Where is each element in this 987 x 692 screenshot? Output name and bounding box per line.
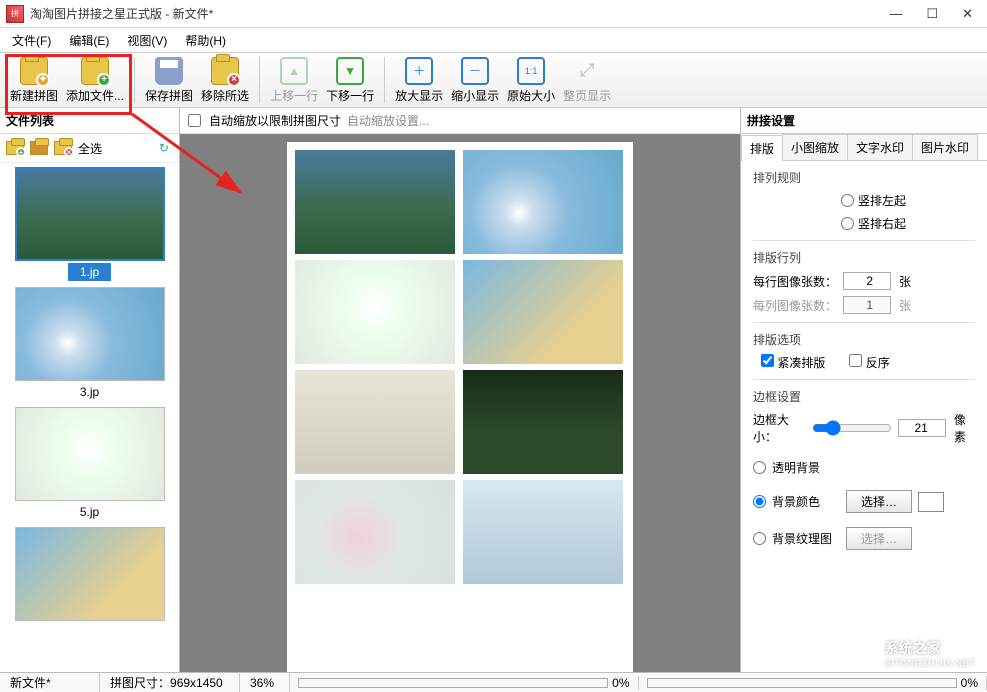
file-item[interactable] [4,527,175,635]
settings-tabs: 排版 小图缩放 文字水印 图片水印 [741,134,987,161]
tab-text-watermark[interactable]: 文字水印 [847,134,913,160]
menu-edit[interactable]: 编辑(E) [61,30,117,51]
file-name: 5.jp [68,503,111,521]
fit-page-button[interactable]: ⤢ 整页显示 [559,55,615,106]
remove-mini-button[interactable]: × [52,138,74,158]
canvas-options-bar: 自动缩放以限制拼图尺寸 自动缩放设置... [180,108,740,134]
per-col-label: 每列图像张数： [753,297,837,314]
menu-file[interactable]: 文件(F) [4,30,59,51]
status-dims: 拼图尺寸：969x1450 [100,673,240,692]
border-size-input[interactable] [898,419,946,437]
file-item[interactable]: 5.jp [4,407,175,521]
select-all-link[interactable]: 全选 [78,140,102,157]
app-icon: 拼 [6,5,24,23]
add-file-mini-button[interactable]: + [4,138,26,158]
vleft-radio[interactable] [841,194,854,207]
file-name: 1.jp [68,263,111,281]
file-item[interactable]: 3.jp [4,287,175,401]
per-row-label: 每行图像张数： [753,273,837,290]
collage-image[interactable] [463,480,623,584]
rowcol-label: 排版行列 [753,249,975,266]
file-thumbnail [15,527,165,621]
file-name [78,628,102,632]
compact-option[interactable]: 紧凑排版 [761,354,825,371]
file-thumbnail [15,167,165,261]
collage-image[interactable] [463,260,623,364]
zoom-out-button[interactable]: － 缩小显示 [447,55,503,106]
auto-scale-settings-link[interactable]: 自动缩放设置... [347,112,429,129]
auto-scale-checkbox[interactable] [188,114,201,127]
move-up-button[interactable]: ▲ 上移一行 [266,55,322,106]
per-col-input [843,296,891,314]
file-list[interactable]: 1.jp 3.jp 5.jp [0,163,179,672]
tab-thumb-scale[interactable]: 小图缩放 [782,134,848,160]
canvas-panel: 自动缩放以限制拼图尺寸 自动缩放设置... [180,108,741,672]
status-progress-1: 0% [290,676,639,690]
collage-image[interactable] [295,260,455,364]
border-size-label: 边框大小： [753,411,806,445]
choose-color-button[interactable]: 选择… [846,490,912,513]
auto-scale-label: 自动缩放以限制拼图尺寸 [209,112,341,129]
status-progress-2: 0% [639,676,987,690]
collage-image[interactable] [295,370,455,474]
remove-selected-button[interactable]: × 移除所选 [197,55,253,106]
move-down-button[interactable]: ▼ 下移一行 [322,55,378,106]
bgcolor-radio[interactable] [753,495,766,508]
maximize-button[interactable]: ☐ [926,6,938,22]
collage-image[interactable] [295,480,455,584]
file-list-header: 文件列表 [0,108,179,134]
menu-help[interactable]: 帮助(H) [177,30,234,51]
per-row-input[interactable] [843,272,891,290]
save-collage-button[interactable]: 保存拼图 [141,55,197,106]
reverse-option[interactable]: 反序 [849,354,889,371]
add-files-button[interactable]: + 添加文件... [62,55,128,106]
settings-header: 拼接设置 [741,108,987,134]
file-thumbnail [15,407,165,501]
canvas-viewport[interactable] [180,134,740,672]
close-button[interactable]: ✕ [962,6,973,22]
color-swatch [918,492,944,512]
main-toolbar: ✦ 新建拼图 + 添加文件... 保存拼图 × 移除所选 ▲ 上移一行 ▼ 下移… [0,52,987,108]
status-doc: 新文件* [0,673,100,692]
bgtexture-radio[interactable] [753,532,766,545]
status-bar: 新文件* 拼图尺寸：969x1450 36% 0% 0% [0,672,987,692]
minimize-button[interactable]: — [889,6,902,22]
zoom-100-button[interactable]: 1:1 原始大小 [503,55,559,106]
status-zoom: 36% [240,673,290,692]
menu-view[interactable]: 视图(V) [119,30,175,51]
file-list-toolbar: + × 全选 ↻ [0,134,179,163]
layout-options-label: 排版选项 [753,331,975,348]
file-list-panel: 文件列表 + × 全选 ↻ 1.jp 3.jp 5.jp [0,108,180,672]
transparent-bg-radio[interactable] [753,461,766,474]
border-size-slider[interactable] [812,420,892,436]
title-bar: 拼 淘淘图片拼接之星正式版 - 新文件* — ☐ ✕ [0,0,987,28]
file-item[interactable]: 1.jp [4,167,175,281]
watermark: 系统之家 SITONGZHIJIA.NET [845,638,975,668]
tab-image-watermark[interactable]: 图片水印 [912,134,978,160]
collage-image[interactable] [463,150,623,254]
settings-panel: 拼接设置 排版 小图缩放 文字水印 图片水印 排列规则 竖排左起 竖排右起 排版… [741,108,987,672]
collage-image[interactable] [463,370,623,474]
arrange-rule-label: 排列规则 [753,169,975,186]
window-title: 淘淘图片拼接之星正式版 - 新文件* [30,5,889,22]
reverse-checkbox[interactable] [849,354,862,367]
choose-texture-button: 选择… [846,527,912,550]
clear-list-button[interactable]: ↻ [153,138,175,158]
file-thumbnail [15,287,165,381]
border-settings-label: 边框设置 [753,388,975,405]
collage-image[interactable] [295,150,455,254]
tab-layout[interactable]: 排版 [741,135,783,161]
collage-canvas[interactable] [287,142,633,672]
add-folder-mini-button[interactable] [28,138,50,158]
menu-bar: 文件(F) 编辑(E) 视图(V) 帮助(H) [0,28,987,52]
zoom-in-button[interactable]: ＋ 放大显示 [391,55,447,106]
vright-radio[interactable] [841,217,854,230]
file-name: 3.jp [68,383,111,401]
new-collage-button[interactable]: ✦ 新建拼图 [6,55,62,106]
compact-checkbox[interactable] [761,354,774,367]
